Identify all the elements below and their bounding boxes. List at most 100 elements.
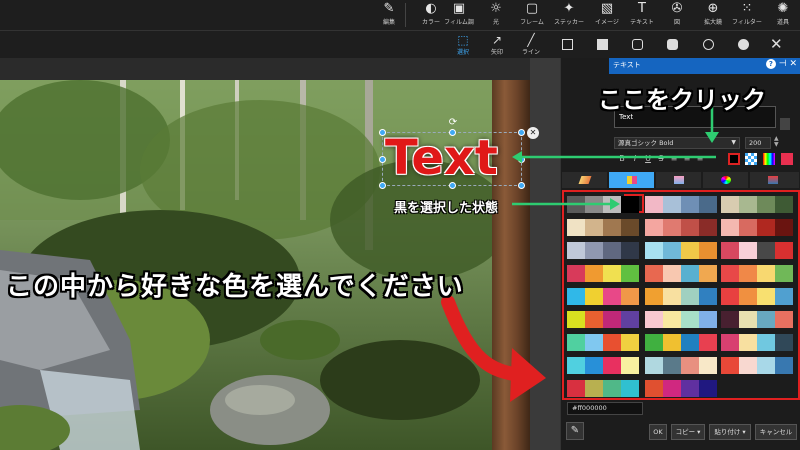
color-swatch[interactable] [775,311,793,328]
color-swatch[interactable] [663,242,681,259]
color-swatch[interactable] [775,357,793,374]
color-swatch[interactable] [681,380,699,397]
color-swatch[interactable] [757,219,775,236]
color-swatch[interactable] [681,265,699,282]
color-swatch[interactable] [775,288,793,305]
tab-palette-1[interactable] [562,172,608,188]
toolbar-frame-button[interactable]: ▢ フレーム [513,0,551,30]
color-swatch[interactable] [585,242,603,259]
panel-close-icon[interactable]: ✕ [789,59,797,69]
resize-handle[interactable] [379,156,386,163]
color-swatch[interactable] [621,242,639,259]
color-swatch[interactable] [567,219,585,236]
color-swatch[interactable] [757,288,775,305]
color-swatch[interactable] [721,219,739,236]
color-swatch[interactable] [621,219,639,236]
color-swatch[interactable] [567,334,585,351]
color-swatch[interactable] [645,219,663,236]
canvas-text-object[interactable]: Text [385,128,498,188]
color-swatch[interactable] [721,196,739,213]
circle-outline-icon[interactable] [703,39,714,50]
color-swatch[interactable] [585,288,603,305]
color-swatch[interactable] [621,288,639,305]
color-swatch[interactable] [663,357,681,374]
color-swatch[interactable] [567,380,585,397]
color-swatch[interactable] [721,311,739,328]
resize-handle[interactable] [518,156,525,163]
color-swatch[interactable] [775,196,793,213]
color-swatch[interactable] [681,242,699,259]
toolbar-magnifier-button[interactable]: ⊕ 拡大鏡 [694,0,732,30]
color-swatch[interactable] [585,357,603,374]
color-swatch[interactable] [721,265,739,282]
color-swatch[interactable] [603,311,621,328]
color-swatch[interactable] [567,311,585,328]
color-swatch[interactable] [567,357,585,374]
color-swatch[interactable] [681,357,699,374]
color-swatch[interactable] [645,311,663,328]
resize-handle[interactable] [379,182,386,189]
color-swatch[interactable] [681,334,699,351]
color-swatch[interactable] [645,288,663,305]
text-color-swatch[interactable] [728,153,740,165]
color-swatch[interactable] [757,357,775,374]
color-swatch[interactable] [663,380,681,397]
format-button[interactable]: S [656,153,666,165]
toolbar-sticker-button[interactable]: ✦ ステッカー [550,0,588,30]
color-swatch[interactable] [775,242,793,259]
hex-color-field[interactable]: #ff000000 [567,402,643,415]
color-swatch[interactable] [757,334,775,351]
color-swatch[interactable] [663,196,681,213]
color-swatch[interactable] [585,219,603,236]
delete-text-icon[interactable]: ✕ [527,127,539,139]
copy-button[interactable]: コピー ▾ [671,424,705,440]
font-select[interactable]: 源真ゴシック Bold ▼ [614,137,740,149]
resize-handle[interactable] [518,129,525,136]
color-swatch[interactable] [663,288,681,305]
toolbar-film-button[interactable]: ▣ フィルム調 [440,0,478,30]
color-swatch[interactable] [739,219,757,236]
color-swatch[interactable] [603,219,621,236]
color-swatch[interactable] [739,242,757,259]
color-swatch[interactable] [699,334,717,351]
color-swatch[interactable] [645,357,663,374]
color-swatch[interactable] [585,265,603,282]
color-swatch[interactable] [621,196,639,213]
color-swatch[interactable] [775,265,793,282]
color-swatch[interactable] [567,265,585,282]
resize-handle[interactable] [379,129,386,136]
color-swatch[interactable] [739,311,757,328]
ok-button[interactable]: OK [649,424,667,440]
format-button[interactable]: ≡ [669,153,679,165]
toolbar-light-button[interactable]: ☼ 光 [477,0,515,30]
color-swatch[interactable] [621,357,639,374]
toolbar-edit-button[interactable]: ✎ 編集 [370,0,408,30]
format-button[interactable]: ≡ [695,153,705,165]
arrow-tool-button[interactable]: ↗ 矢印 [480,31,514,59]
tab-palette-5[interactable] [750,172,800,188]
color-swatch[interactable] [603,196,621,213]
color-swatch[interactable] [757,265,775,282]
color-swatch[interactable] [603,380,621,397]
toolbar-image-button[interactable]: ▧ イメージ [588,0,626,30]
color-swatch[interactable] [699,380,717,397]
color-swatch[interactable] [585,334,603,351]
color-swatch[interactable] [567,288,585,305]
color-swatch[interactable] [681,196,699,213]
color-swatch[interactable] [739,196,757,213]
size-stepper[interactable]: ▲ ▼ [774,136,779,148]
color-swatch[interactable] [699,265,717,282]
color-swatch[interactable] [699,196,717,213]
color-swatch[interactable] [645,380,663,397]
resize-handle[interactable] [518,182,525,189]
font-size-select[interactable]: 200 [745,137,771,149]
format-button[interactable]: U [643,153,653,165]
eyedropper-icon[interactable]: ✎ [566,422,584,440]
gradient-swatch[interactable] [763,153,775,165]
color-swatch[interactable] [721,357,739,374]
format-button[interactable]: ≡ [682,153,692,165]
color-swatch[interactable] [721,242,739,259]
color-swatch[interactable] [645,242,663,259]
color-swatch[interactable] [663,219,681,236]
line-tool-button[interactable]: ╱ ライン [514,31,548,59]
